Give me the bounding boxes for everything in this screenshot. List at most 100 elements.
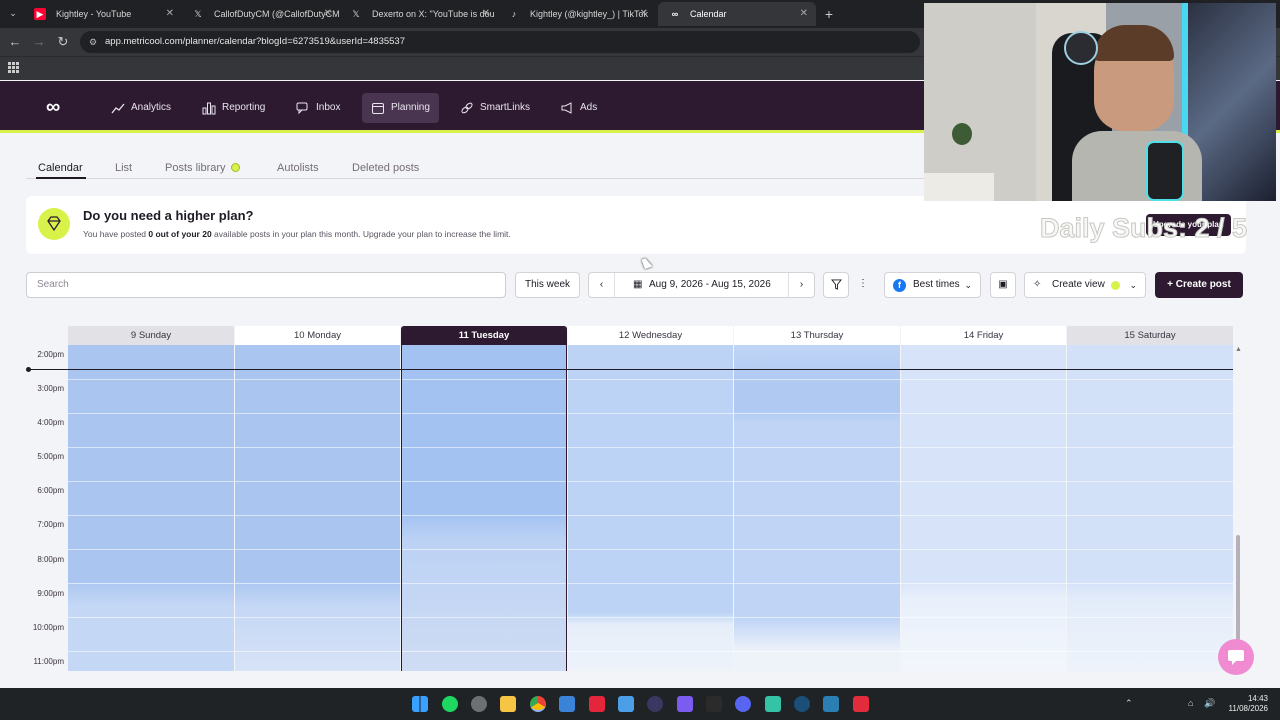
close-tab-icon[interactable]: ✕ — [482, 2, 490, 26]
today-column-outline — [401, 345, 567, 671]
close-tab-icon[interactable]: ✕ — [800, 2, 808, 26]
day-column-friday[interactable] — [901, 345, 1066, 671]
date-range-label[interactable]: Aug 9, 2026 - Aug 15, 2026 — [649, 273, 771, 297]
tab-title: Kightley (@kightley_) | TikTok — [530, 9, 649, 19]
scroll-up-arrow-icon[interactable]: ▲ — [1235, 346, 1242, 353]
nav-inbox[interactable]: Inbox — [287, 93, 349, 123]
previous-week-icon[interactable]: ‹ — [589, 273, 615, 297]
dresser — [924, 173, 994, 201]
chrome-icon[interactable] — [530, 696, 546, 712]
current-time-dot — [26, 367, 31, 372]
tiktok-icon: ♪ — [511, 9, 517, 19]
subtab-autolists[interactable]: Autolists — [277, 162, 319, 174]
url-field[interactable]: ⚙ app.metricool.com/planner/calendar?blo… — [80, 31, 920, 53]
nav-label: Reporting — [222, 102, 266, 113]
tray-chevron-icon[interactable]: ⌃ — [1125, 698, 1133, 709]
browser-tab[interactable]: 𝕏 CallofDutyCM (@CallofDutyCM ✕ — [182, 2, 340, 26]
browser-tab[interactable]: ♪ Kightley (@kightley_) | TikTok ✕ — [498, 2, 656, 26]
scrollbar-thumb[interactable] — [1236, 535, 1240, 645]
apps-grid-icon[interactable] — [8, 62, 19, 73]
close-tab-icon[interactable]: ✕ — [640, 2, 648, 26]
app-icon[interactable] — [677, 696, 693, 712]
day-header-monday: 10 Monday — [235, 326, 400, 345]
app-icon[interactable] — [559, 696, 575, 712]
best-times-dropdown[interactable]: f Best times ⌄ — [884, 272, 981, 298]
nav-analytics[interactable]: Analytics — [102, 93, 180, 123]
day-header-tuesday-today: 11 Tuesday — [401, 326, 567, 345]
hour-gridline — [68, 583, 1233, 584]
tab-title: Dexerto on X: "YouTube is dou — [372, 9, 495, 19]
nav-ads[interactable]: Ads — [551, 93, 606, 123]
app-icon[interactable] — [823, 696, 839, 712]
chat-icon — [1228, 650, 1244, 665]
hour-label: 10:00pm — [32, 623, 64, 632]
new-tab-icon[interactable]: + — [820, 5, 838, 23]
day-header-sunday: 9 Sunday — [68, 326, 234, 345]
day-header-thursday: 13 Thursday — [734, 326, 900, 345]
tab-list-chevron-icon[interactable]: ⌄ — [4, 4, 22, 22]
app-icon[interactable] — [589, 696, 605, 712]
windows-start-icon[interactable] — [412, 696, 428, 712]
banner-title: Do you need a higher plan? — [83, 208, 254, 223]
app-icon[interactable] — [706, 696, 722, 712]
spotify-icon[interactable] — [442, 696, 458, 712]
chart-line-icon — [111, 103, 125, 114]
hour-label: 6:00pm — [37, 486, 64, 495]
app-icon[interactable] — [765, 696, 781, 712]
file-explorer-icon[interactable] — [500, 696, 516, 712]
search-input[interactable]: Search — [26, 272, 506, 298]
subtab-deleted-posts[interactable]: Deleted posts — [352, 162, 419, 174]
app-icon[interactable] — [618, 696, 634, 712]
room-wall — [924, 3, 1044, 201]
create-post-button[interactable]: + Create post — [1155, 272, 1243, 298]
nav-label: Analytics — [131, 102, 172, 113]
app-icon[interactable] — [853, 696, 869, 712]
link-icon — [461, 102, 473, 114]
day-column-thursday[interactable] — [734, 345, 900, 671]
this-week-button[interactable]: This week — [515, 272, 580, 298]
day-column-monday[interactable] — [235, 345, 400, 671]
day-header-wednesday: 12 Wednesday — [568, 326, 733, 345]
create-view-dropdown[interactable]: ✧ Create view ⌄ — [1024, 272, 1146, 298]
next-week-icon[interactable]: › — [788, 273, 814, 297]
steam-icon[interactable] — [794, 696, 810, 712]
site-info-icon[interactable]: ⚙ — [89, 31, 97, 53]
hour-label: 7:00pm — [37, 520, 64, 529]
system-clock[interactable]: 14:43 11/08/2026 — [1224, 694, 1268, 714]
close-tab-icon[interactable]: ✕ — [324, 2, 332, 26]
browser-tab[interactable]: 𝕏 Dexerto on X: "YouTube is dou ✕ — [340, 2, 498, 26]
nav-label: Planning — [391, 102, 430, 113]
browser-tab-active[interactable]: ∞ Calendar ✕ — [658, 2, 816, 26]
date-range-picker: ‹ ▦ Aug 9, 2026 - Aug 15, 2026 › — [588, 272, 815, 298]
more-options-button[interactable]: ⋮ — [852, 272, 874, 298]
close-tab-icon[interactable]: ✕ — [166, 2, 174, 26]
hour-gridline — [68, 447, 1233, 448]
back-icon[interactable]: ← — [6, 33, 24, 51]
hair — [1094, 25, 1174, 61]
subtab-posts-library[interactable]: Posts library — [165, 162, 240, 174]
youtube-icon: ▶ — [34, 8, 46, 20]
volume-icon[interactable]: 🔊 — [1204, 698, 1215, 709]
nav-planning[interactable]: Planning — [362, 93, 439, 123]
filter-button[interactable] — [823, 272, 849, 298]
support-chat-button[interactable] — [1218, 639, 1254, 675]
reload-icon[interactable]: ↻ — [54, 33, 72, 51]
subtab-calendar[interactable]: Calendar — [38, 162, 83, 174]
subtab-list[interactable]: List — [115, 162, 132, 174]
day-column-saturday[interactable] — [1067, 345, 1233, 671]
metricool-logo[interactable]: ∞ — [46, 97, 60, 117]
obs-icon[interactable] — [647, 696, 663, 712]
nav-smartlinks[interactable]: SmartLinks — [451, 93, 539, 123]
chat-icon — [296, 102, 308, 115]
forward-icon[interactable]: → — [30, 33, 48, 51]
day-column-wednesday[interactable] — [568, 345, 733, 671]
app-icon[interactable] — [471, 696, 487, 712]
network-icon[interactable]: ⌂ — [1188, 698, 1193, 708]
nav-reporting[interactable]: Reporting — [193, 93, 274, 123]
nav-label: Ads — [580, 102, 598, 113]
day-column-sunday[interactable] — [68, 345, 234, 671]
chevron-down-icon: ⌄ — [1129, 280, 1137, 290]
gallery-view-button[interactable]: ▣ — [990, 272, 1016, 298]
browser-tab[interactable]: ▶ Kightley - YouTube ✕ — [24, 2, 182, 26]
discord-icon[interactable] — [735, 696, 751, 712]
